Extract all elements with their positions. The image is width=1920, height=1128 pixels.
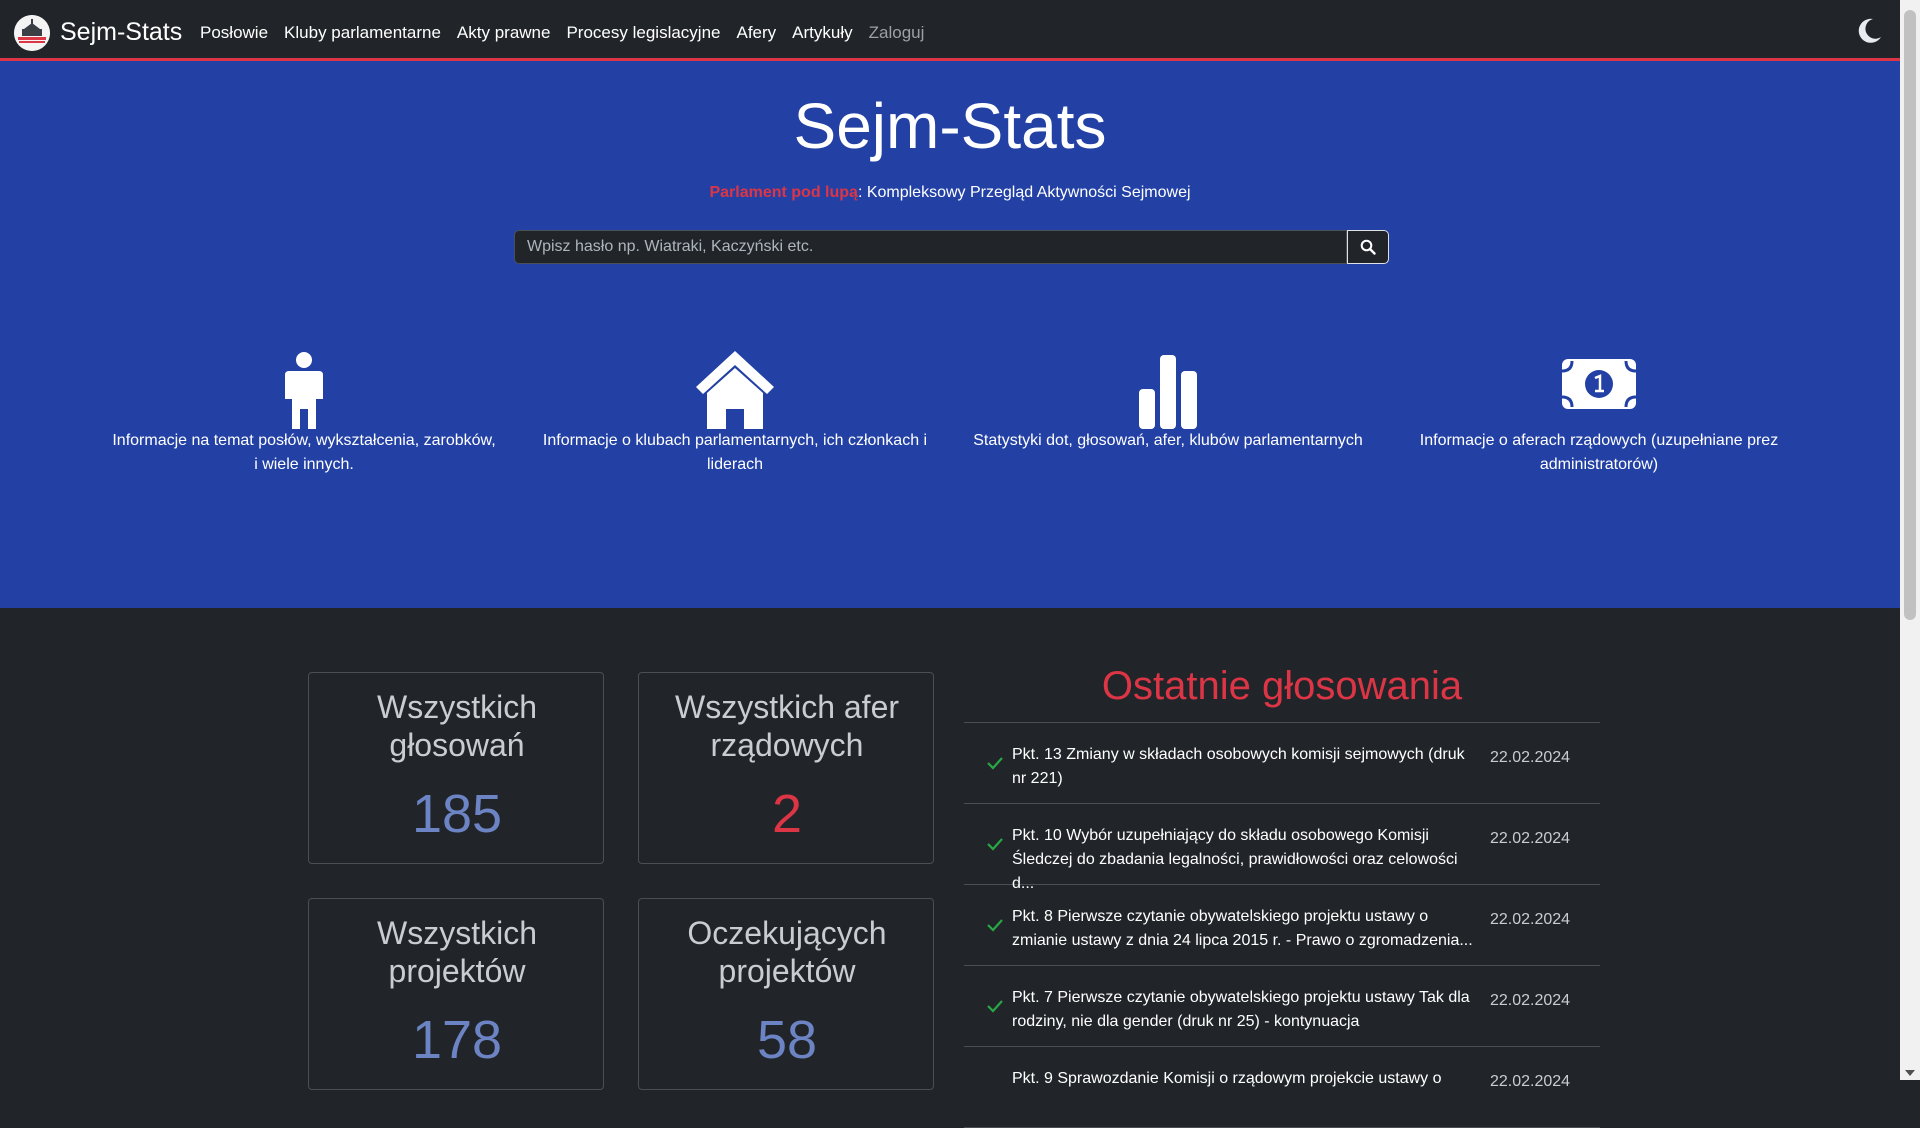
hero-subtitle: Parlament pod lupą: Kompleksowy Przegląd…	[0, 184, 1900, 202]
hero-subtitle-rest: : Kompleksowy Przegląd Aktywności Sejmow…	[857, 184, 1191, 201]
nav-link-procesy[interactable]: Procesy legislacyjne	[566, 23, 720, 43]
check-icon	[987, 919, 1003, 932]
vote-date: 22.02.2024	[1490, 911, 1571, 928]
scroll-down-arrow-icon[interactable]	[1905, 1070, 1915, 1076]
nav-link-login[interactable]: Zaloguj	[869, 23, 925, 43]
vote-date: 22.02.2024	[1490, 749, 1571, 766]
vote-list-item[interactable]: Pkt. 10 Wybór uzupełniający do składu os…	[964, 804, 1600, 892]
vote-title: Pkt. 9 Sprawozdanie Komisji o rządowym p…	[1012, 1070, 1442, 1087]
feature-text: Statystyki dot, głosowań, afer, klubów p…	[973, 432, 1363, 449]
stat-card-oczekujace: Oczekujących projektów 58	[638, 898, 934, 1090]
check-icon	[987, 1000, 1003, 1013]
nav-link-artykuly[interactable]: Artykuły	[792, 23, 852, 43]
stat-title: Wszystkich afer rządowych	[674, 689, 900, 763]
check-icon	[987, 838, 1003, 851]
stat-card-glosowania: Wszystkich głosowań 185	[308, 672, 604, 864]
vote-list-item[interactable]: Pkt. 8 Pierwsze czytanie obywatelskiego …	[964, 885, 1600, 966]
stat-title: Wszystkich projektów	[377, 915, 537, 989]
stat-value: 58	[756, 1010, 818, 1070]
vote-title: Pkt. 7 Pierwsze czytanie obywatelskiego …	[1012, 989, 1470, 1030]
vote-date: 22.02.2024	[1490, 1073, 1571, 1090]
stat-title: Wszystkich głosowań	[377, 689, 537, 763]
house-icon	[696, 351, 774, 429]
search-bar	[514, 230, 1389, 264]
vote-list-item[interactable]: Pkt. 7 Pierwsze czytanie obywatelskiego …	[964, 966, 1600, 1047]
stat-value: 178	[411, 1010, 503, 1070]
stat-value: 185	[411, 784, 503, 844]
nav-link-afery[interactable]: Afery	[736, 23, 776, 43]
stat-title: Oczekujących projektów	[687, 915, 887, 989]
money-bill-icon	[1561, 359, 1637, 409]
search-input[interactable]	[514, 230, 1347, 264]
vote-list-item[interactable]: Pkt. 13 Zmiany w składach osobowych komi…	[964, 723, 1600, 804]
person-icon	[285, 352, 323, 429]
navbar: Sejm-Stats Posłowie Kluby parlamentarne …	[0, 0, 1900, 61]
brand-name[interactable]: Sejm-Stats	[60, 18, 182, 47]
sejm-logo-icon[interactable]	[14, 15, 50, 51]
hero-subtitle-accent: Parlament pod lupą	[709, 184, 858, 201]
vote-date: 22.02.2024	[1490, 992, 1571, 1009]
chart-icon	[1139, 355, 1197, 429]
vote-title: Pkt. 13 Zmiany w składach osobowych komi…	[1012, 746, 1465, 787]
stat-card-projekty: Wszystkich projektów 178	[308, 898, 604, 1090]
nav-links: Posłowie Kluby parlamentarne Akty prawne…	[200, 23, 924, 43]
nav-link-kluby[interactable]: Kluby parlamentarne	[284, 23, 441, 43]
dark-mode-moon-icon[interactable]	[1854, 16, 1884, 46]
vote-list-item[interactable]: Pkt. 9 Sprawozdanie Komisji o rządowym p…	[964, 1047, 1600, 1128]
search-button[interactable]	[1347, 230, 1389, 264]
stat-value: 2	[771, 784, 803, 844]
feature-text: Informacje na temat posłów, wykształceni…	[112, 432, 496, 473]
scrollbar-thumb[interactable]	[1904, 10, 1916, 620]
search-icon	[1360, 239, 1376, 255]
feature-text: Informacje o aferach rządowych (uzupełni…	[1419, 432, 1779, 473]
hero-section: Sejm-Stats Parlament pod lupą: Komplekso…	[0, 61, 1900, 608]
nav-link-poslowie[interactable]: Posłowie	[200, 23, 268, 43]
vote-date: 22.02.2024	[1490, 830, 1571, 847]
feature-text: Informacje o klubach parlamentarnych, ic…	[542, 432, 928, 473]
recent-votes: Ostatnie głosowania Pkt. 13 Zmiany w skł…	[964, 655, 1600, 1128]
check-icon	[987, 757, 1003, 770]
vote-title: Pkt. 8 Pierwsze czytanie obywatelskiego …	[1012, 908, 1473, 949]
hero-title: Sejm-Stats	[793, 90, 1107, 162]
recent-votes-title: Ostatnie głosowania	[964, 655, 1600, 723]
nav-link-akty[interactable]: Akty prawne	[457, 23, 551, 43]
stat-card-afery: Wszystkich afer rządowych 2	[638, 672, 934, 864]
page-scrollbar[interactable]	[1900, 0, 1920, 1080]
